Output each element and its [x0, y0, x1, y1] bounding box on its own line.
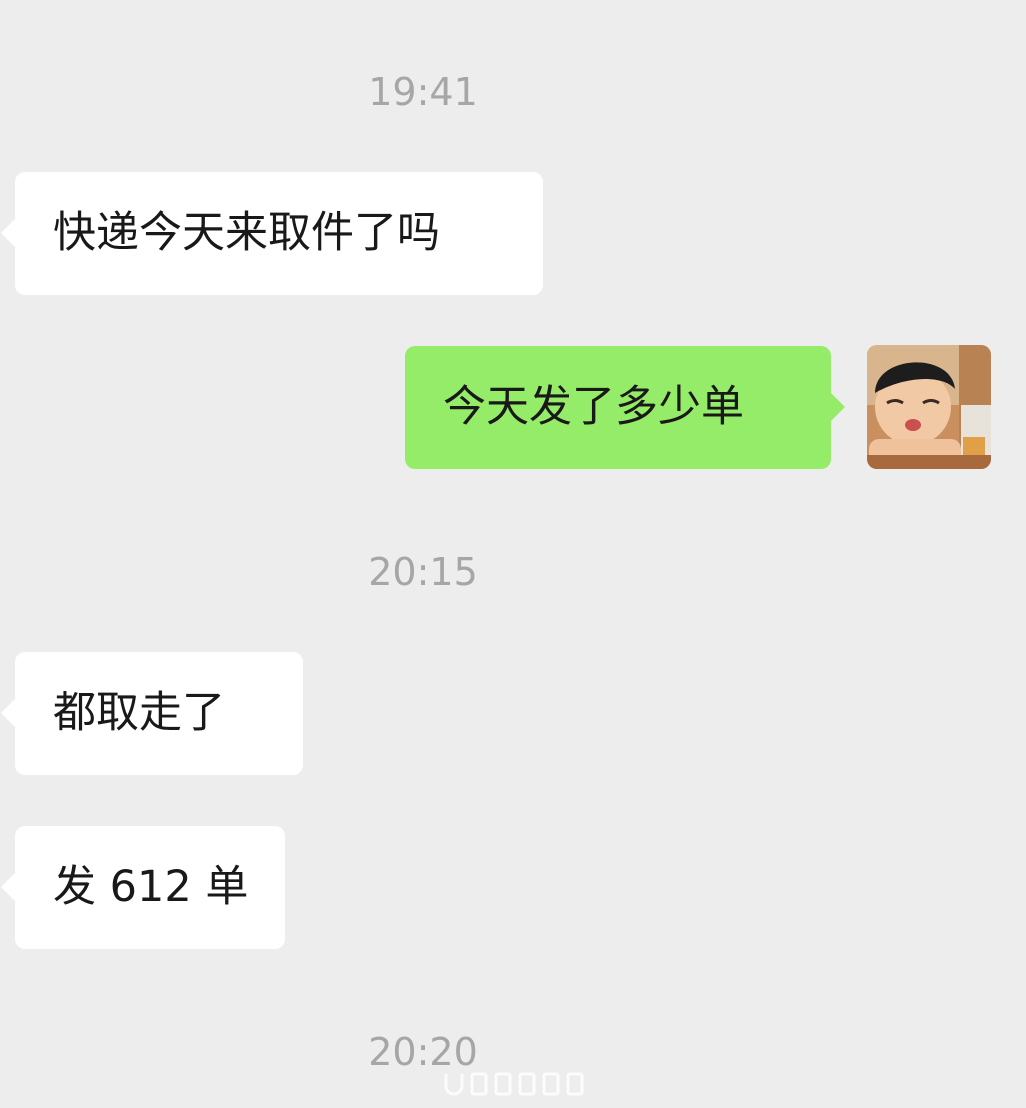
boy-avatar-photo-icon: [867, 345, 991, 469]
avatar[interactable]: [867, 345, 991, 469]
incoming-message-bubble[interactable]: 都取走了: [1, 652, 303, 775]
message-text: 今天发了多少单: [443, 382, 744, 432]
outgoing-message-bubble[interactable]: 今天发了多少单: [405, 346, 845, 469]
timestamp: 20:20: [368, 1030, 478, 1074]
incoming-message-bubble[interactable]: 快递今天来取件了吗: [1, 172, 543, 295]
message-text: 都取走了: [53, 688, 225, 738]
incoming-message-bubble[interactable]: 发 612 单: [1, 826, 285, 949]
message-text: 快递今天来取件了吗: [53, 208, 440, 258]
timestamp: 20:15: [368, 550, 478, 594]
message-text: 发 612 单: [53, 862, 249, 912]
watermark-logo-icon: [440, 1068, 590, 1100]
timestamp: 19:41: [368, 70, 478, 114]
